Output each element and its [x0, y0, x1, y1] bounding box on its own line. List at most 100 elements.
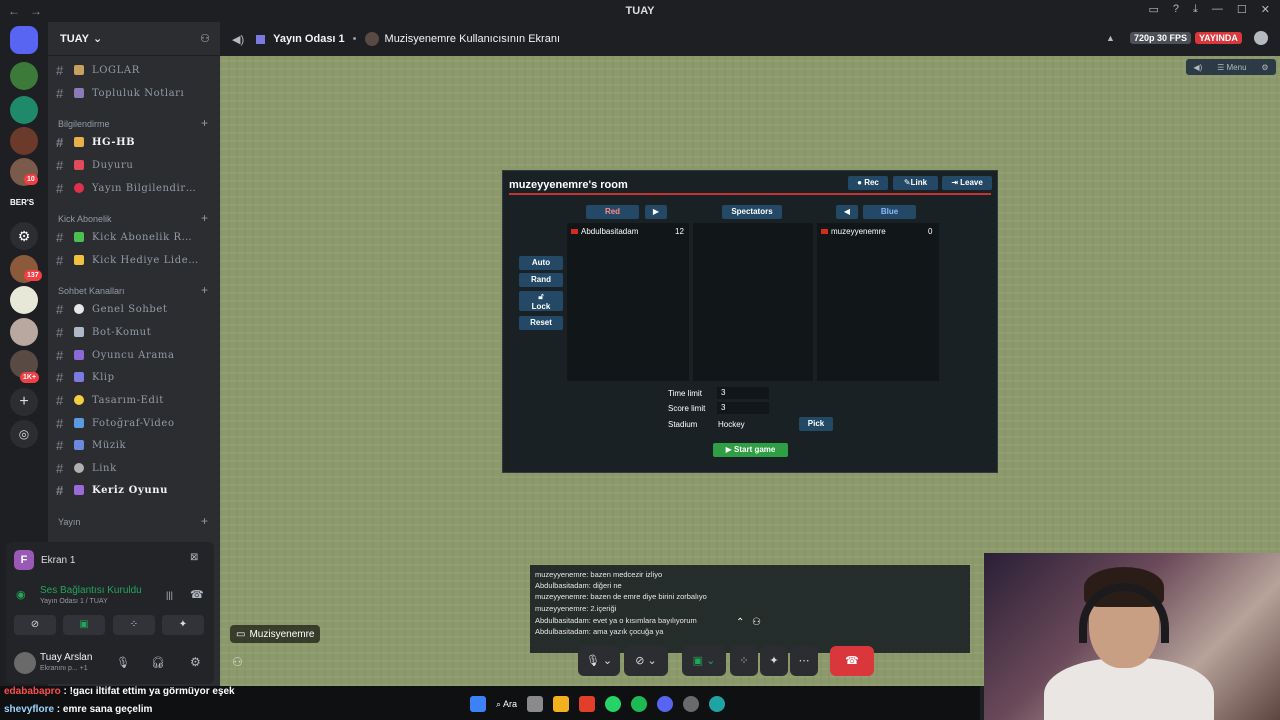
rec-button[interactable]: ● Rec: [848, 176, 888, 190]
screen-share-row[interactable]: F Ekran 1: [14, 550, 75, 570]
channel-item[interactable]: # Klip: [56, 367, 216, 387]
move-left-button[interactable]: ◀: [836, 205, 858, 219]
windows-start-icon[interactable]: [470, 696, 486, 712]
server-header[interactable]: TUAY ⌄ ⚇: [48, 22, 220, 56]
server-text-logo[interactable]: BER'S: [10, 198, 34, 207]
download-icon[interactable]: ⤓: [1193, 3, 1198, 16]
user-name[interactable]: Tuay Arslan: [40, 652, 92, 663]
headphones-icon[interactable]: 🎧︎: [151, 656, 165, 669]
link-button[interactable]: ✎Link: [893, 176, 938, 190]
microphone-icon[interactable]: 🎙︎: [116, 656, 130, 669]
activities-button[interactable]: ⁘: [113, 615, 155, 635]
plus-icon[interactable]: +: [201, 284, 208, 296]
openai-icon[interactable]: ⚙: [10, 222, 38, 250]
edge-browser-icon[interactable]: [709, 696, 726, 712]
camera-button[interactable]: ⊘ ⌄: [624, 646, 668, 676]
more-options-button[interactable]: ⋯: [790, 646, 818, 676]
camera-toggle-button[interactable]: ⊘: [14, 615, 56, 635]
back-button[interactable]: ←: [8, 4, 20, 18]
search-button[interactable]: ⌕ Ara: [496, 699, 517, 710]
voice-status[interactable]: Ses Bağlantısı Kuruldu: [40, 585, 142, 596]
menu-button[interactable]: ☰ Menu: [1217, 63, 1246, 72]
server-icon[interactable]: [10, 96, 38, 124]
category-header[interactable]: Kick Abonelik +: [58, 212, 208, 224]
category-header[interactable]: Yayın +: [58, 515, 208, 527]
maximize-button[interactable]: ☐: [1237, 3, 1247, 16]
leave-button[interactable]: ⇥ Leave: [942, 176, 992, 190]
start-game-button[interactable]: ▶ Start game: [713, 443, 788, 457]
discover-icon[interactable]: ◎: [10, 420, 38, 448]
speaker-icon[interactable]: ◀): [232, 33, 244, 46]
time-limit-input[interactable]: 3: [717, 387, 769, 399]
file-explorer-icon[interactable]: [553, 696, 570, 712]
server-icon[interactable]: [10, 318, 38, 346]
add-server-icon[interactable]: +: [10, 388, 38, 416]
channel-item[interactable]: # LOGLAR: [56, 60, 216, 80]
whatsapp-icon[interactable]: [605, 696, 622, 712]
screen-share-button[interactable]: ▣: [63, 615, 105, 635]
channel-item[interactable]: # Topluluk Notları: [56, 83, 216, 103]
server-icon[interactable]: [10, 62, 38, 90]
player-entry[interactable]: muzeyyenemre: [821, 227, 886, 236]
volume-icon[interactable]: ◀): [1193, 63, 1202, 72]
category-header[interactable]: Bilgilendirme +: [58, 117, 208, 129]
plus-icon[interactable]: +: [201, 117, 208, 129]
spotify-icon[interactable]: [631, 696, 648, 712]
channel-item[interactable]: # HG-HB: [56, 132, 216, 152]
brave-browser-icon[interactable]: [579, 696, 596, 712]
auto-button[interactable]: Auto: [519, 256, 563, 270]
add-people-icon[interactable]: ⚇: [232, 655, 243, 669]
participants-icon[interactable]: ⚇: [752, 617, 761, 628]
rand-button[interactable]: Rand: [519, 273, 563, 287]
spectators-button[interactable]: Spectators: [722, 205, 782, 219]
discord-home-icon[interactable]: [10, 26, 38, 54]
soundboard-button[interactable]: ✦: [760, 646, 788, 676]
room-name[interactable]: Yayın Odası 1: [273, 33, 345, 45]
avatar[interactable]: [14, 652, 36, 674]
channel-item[interactable]: # Tasarım-Edit: [56, 390, 216, 410]
channel-item[interactable]: # Oyuncu Arama: [56, 345, 216, 365]
channel-item[interactable]: # Duyuru: [56, 155, 216, 175]
pick-stadium-button[interactable]: Pick: [799, 417, 833, 431]
close-button[interactable]: ✕: [1261, 3, 1270, 16]
channel-item[interactable]: # Yayın Bilgilendir…: [56, 178, 216, 198]
channel-item[interactable]: # Bot-Komut: [56, 322, 216, 342]
soundboard-icon[interactable]: |||: [166, 590, 173, 600]
minimize-button[interactable]: —: [1212, 3, 1223, 16]
discord-icon[interactable]: [657, 696, 674, 712]
lock-button[interactable]: 🔓︎ Lock: [519, 291, 563, 311]
move-right-button[interactable]: ▶: [645, 205, 667, 219]
soundboard-button[interactable]: ✦: [162, 615, 204, 635]
reset-button[interactable]: Reset: [519, 316, 563, 330]
player-entry[interactable]: Abdulbasitadam: [571, 227, 638, 236]
obs-icon[interactable]: [683, 696, 700, 712]
forward-button[interactable]: →: [30, 4, 42, 18]
channel-item[interactable]: # Kick Hediye Lide…: [56, 250, 216, 270]
server-icon[interactable]: [10, 286, 38, 314]
inbox-icon[interactable]: ▭: [1149, 3, 1159, 16]
microphone-button[interactable]: 🎙︎ ⌄: [578, 646, 620, 676]
channel-item[interactable]: # Link: [56, 458, 216, 478]
plus-icon[interactable]: +: [201, 212, 208, 224]
stop-stream-icon[interactable]: ⊠: [190, 552, 198, 563]
server-icon[interactable]: [10, 127, 38, 155]
settings-gear-icon[interactable]: ⚙: [190, 655, 201, 669]
screen-share-button[interactable]: ▣ ⌄: [682, 646, 726, 676]
blue-team-button[interactable]: Blue: [863, 205, 916, 219]
settings-gear-icon[interactable]: ⚙: [1261, 63, 1268, 72]
viewers-icon[interactable]: ▲: [1106, 33, 1115, 43]
voice-channel-path[interactable]: Yayın Odası 1 / TUAY: [40, 598, 108, 605]
score-limit-input[interactable]: 3: [717, 402, 769, 414]
chevron-up-icon[interactable]: ⌃: [736, 617, 744, 628]
avatar[interactable]: [1254, 31, 1268, 45]
hangup-button[interactable]: ☎: [830, 646, 874, 676]
plus-icon[interactable]: +: [201, 515, 208, 527]
channel-item[interactable]: # Müzik: [56, 435, 216, 455]
invite-icon[interactable]: ⚇: [200, 32, 210, 45]
category-header[interactable]: Sohbet Kanalları +: [58, 284, 208, 296]
channel-item[interactable]: # Kick Abonelik R…: [56, 227, 216, 247]
red-team-button[interactable]: Red: [586, 205, 639, 219]
channel-item[interactable]: # Fotoğraf-Video: [56, 413, 216, 433]
help-icon[interactable]: ?: [1173, 3, 1179, 16]
disconnect-icon[interactable]: ☎: [190, 588, 204, 601]
